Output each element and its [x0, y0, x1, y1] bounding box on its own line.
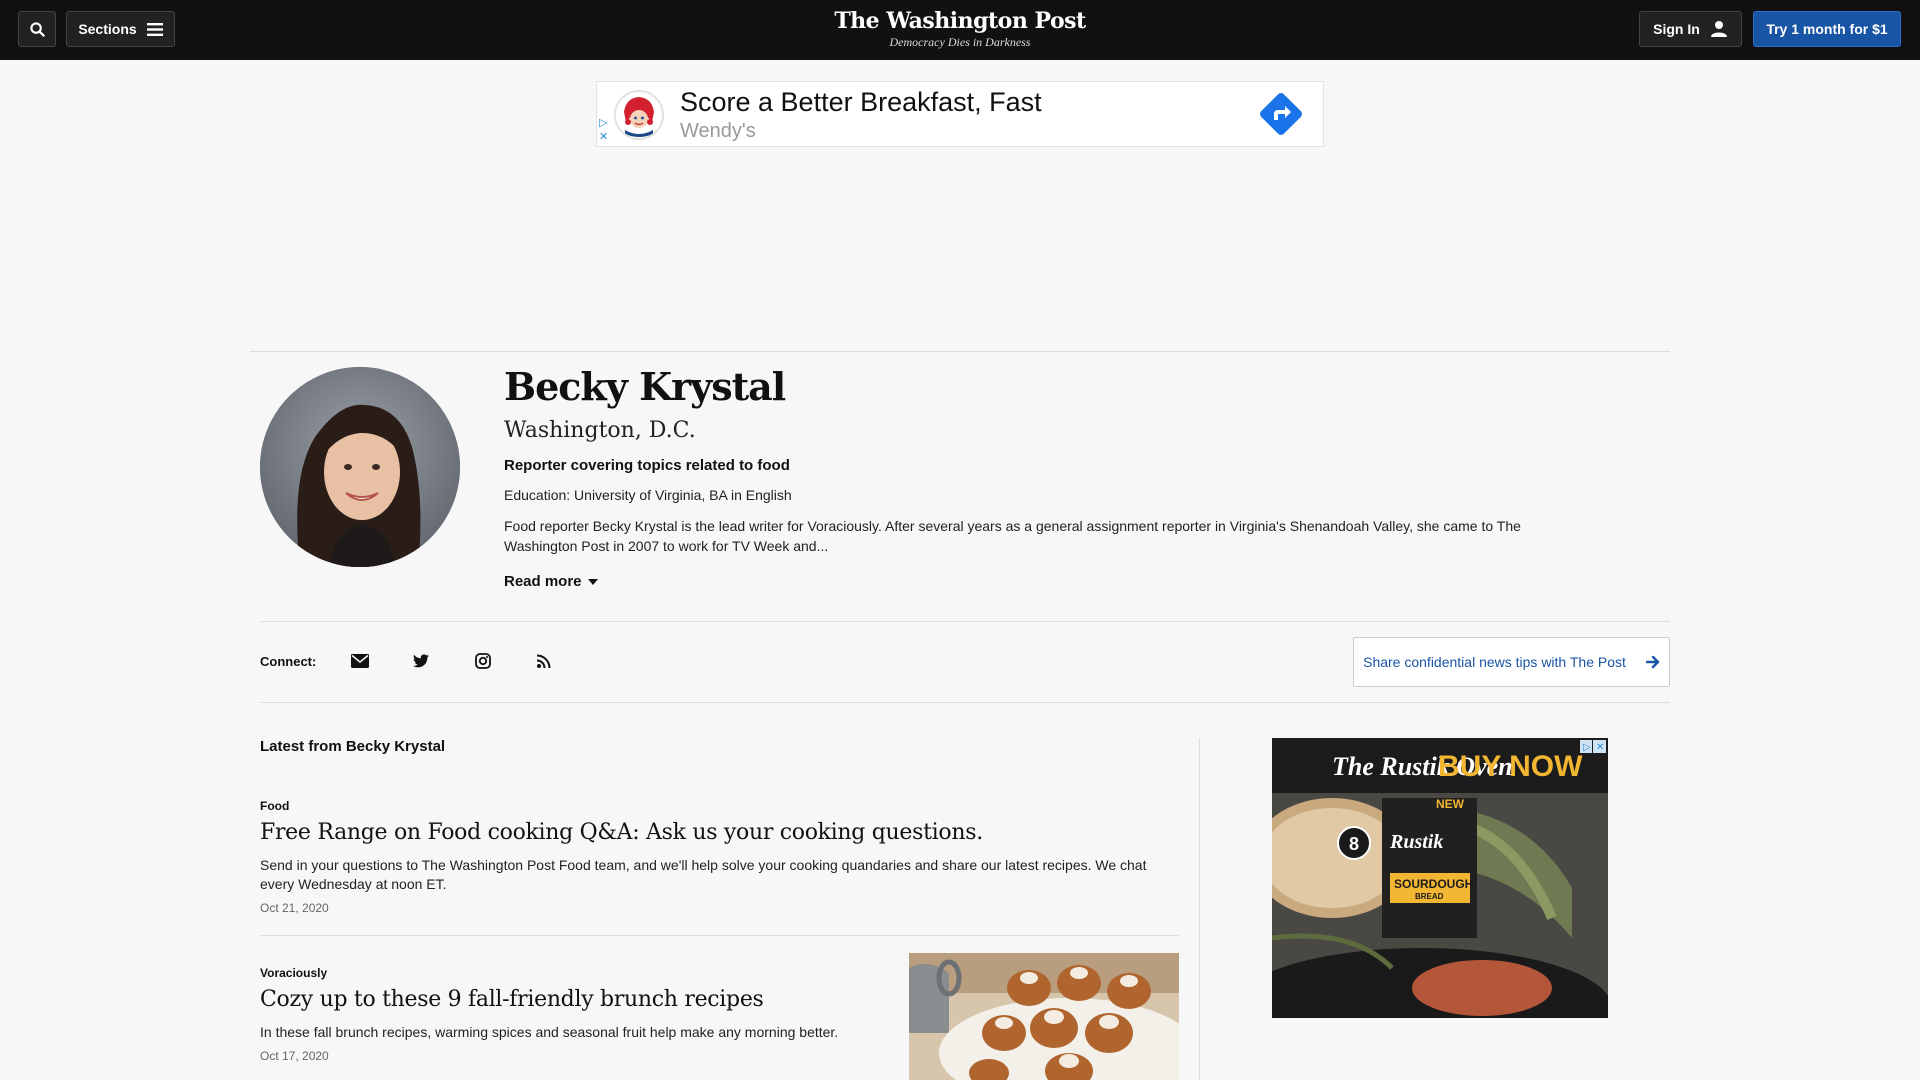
- twitter-icon[interactable]: [410, 651, 432, 671]
- article-date: Oct 17, 2020: [260, 1049, 329, 1063]
- sidebar-ad[interactable]: The Rustik Oven BUY NOW ▷ ✕ 8 NEW Rustik…: [1272, 738, 1608, 1018]
- read-more-label: Read more: [504, 573, 582, 590]
- site-tagline: Democracy Dies in Darkness: [889, 35, 1031, 49]
- top-banner-ad[interactable]: Score a Better Breakfast, Fast Wendy's ▷…: [596, 81, 1324, 147]
- sign-in-label: Sign In: [1653, 21, 1700, 37]
- article-headline[interactable]: Cozy up to these 9 fall-friendly brunch …: [260, 987, 764, 1012]
- divider: [260, 702, 1670, 703]
- author-avatar: [260, 367, 460, 567]
- connect-label: Connect:: [260, 654, 317, 669]
- email-icon[interactable]: [349, 651, 371, 671]
- read-more-button[interactable]: Read more: [504, 573, 598, 590]
- divider: [260, 621, 1670, 622]
- directions-arrow-icon[interactable]: [1257, 90, 1305, 138]
- news-tips-label: Share confidential news tips with The Po…: [1363, 654, 1626, 670]
- arrow-right-icon: [1645, 655, 1660, 669]
- author-name: Becky Krystal: [504, 364, 786, 409]
- ad-product-sub: BREAD: [1415, 892, 1444, 901]
- hamburger-icon: [146, 22, 163, 36]
- user-icon: [1710, 21, 1727, 37]
- sign-in-button[interactable]: Sign In: [1639, 11, 1742, 47]
- adchoices-icon[interactable]: ▷ ✕: [599, 116, 608, 144]
- divider: [250, 351, 1670, 352]
- author-education: Education: University of Virginia, BA in…: [504, 487, 792, 503]
- author-role: Reporter covering topics related to food: [504, 457, 790, 474]
- article-kicker[interactable]: Voraciously: [260, 966, 327, 980]
- svg-text:Rustik: Rustik: [1389, 831, 1443, 853]
- instagram-icon[interactable]: [472, 651, 494, 671]
- svg-text:✕: ✕: [1596, 742, 1604, 753]
- ad-brand: Wendy's: [680, 120, 756, 142]
- article-headline[interactable]: Free Range on Food cooking Q&A: Ask us y…: [260, 820, 983, 845]
- sections-label: Sections: [78, 21, 137, 37]
- caret-down-icon: [587, 578, 598, 585]
- masthead-logo[interactable]: The Washington Post Democracy Dies in Da…: [810, 8, 1110, 50]
- article-blurb: Send in your questions to The Washington…: [260, 857, 1147, 892]
- search-button[interactable]: [18, 11, 56, 47]
- article-blurb: In these fall brunch recipes, warming sp…: [260, 1024, 839, 1040]
- svg-text:8: 8: [1349, 834, 1359, 854]
- divider: [260, 935, 1179, 936]
- subscribe-button[interactable]: Try 1 month for $1: [1753, 11, 1901, 47]
- article-thumbnail[interactable]: [909, 953, 1179, 1080]
- rss-icon[interactable]: [533, 651, 555, 671]
- svg-text:▷: ▷: [1583, 742, 1591, 753]
- ad-badge: NEW: [1436, 797, 1465, 811]
- column-divider: [1199, 738, 1200, 1080]
- latest-heading: Latest from Becky Krystal: [260, 738, 446, 755]
- news-tips-button[interactable]: Share confidential news tips with The Po…: [1353, 637, 1670, 687]
- author-location: Washington, D.C.: [504, 418, 696, 443]
- article-kicker[interactable]: Food: [260, 799, 289, 813]
- author-bio: Food reporter Becky Krystal is the lead …: [504, 518, 1521, 554]
- site-logo: The Washington Post: [834, 8, 1086, 34]
- ad-cta: BUY NOW: [1438, 750, 1583, 783]
- wendys-logo: [614, 90, 664, 140]
- ad-headline: Score a Better Breakfast, Fast: [680, 87, 1042, 117]
- ad-product: SOURDOUGH: [1394, 877, 1473, 891]
- sections-menu-button[interactable]: Sections: [66, 11, 175, 47]
- top-navigation-bar: Sections The Washington Post Democracy D…: [0, 0, 1920, 60]
- article-date: Oct 21, 2020: [260, 901, 329, 915]
- search-icon: [29, 21, 45, 37]
